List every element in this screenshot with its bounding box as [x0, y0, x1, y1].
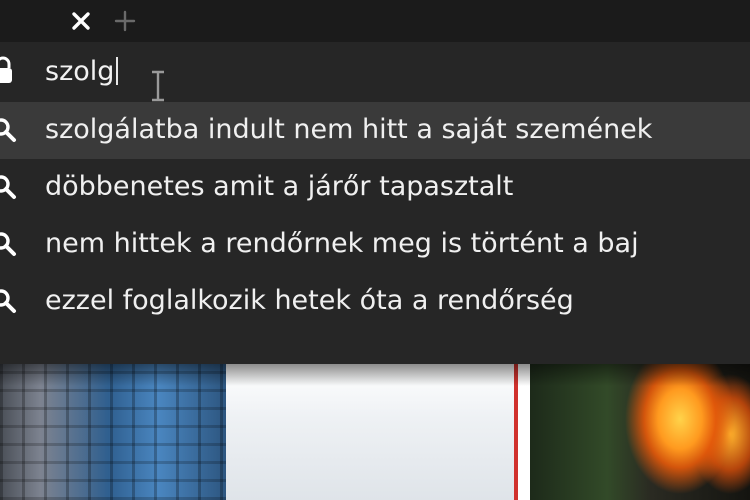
search-icon [0, 289, 16, 313]
tab-strip [0, 0, 750, 42]
address-input[interactable]: szolg [45, 54, 119, 90]
suggestion-item[interactable]: ezzel foglalkozik hetek óta a rendőrség [0, 273, 750, 330]
plus-icon[interactable] [112, 8, 138, 34]
ibeam-cursor-icon [152, 70, 164, 102]
search-icon [0, 232, 16, 256]
address-bar[interactable]: szolg [0, 42, 750, 102]
suggestion-text: nem hittek a rendőrnek meg is történt a … [45, 228, 639, 259]
suggestion-text: szolgálatba indult nem hitt a saját szem… [45, 114, 653, 145]
suggestion-item[interactable]: nem hittek a rendőrnek meg is történt a … [0, 216, 750, 273]
address-input-text: szolg [45, 56, 115, 87]
search-icon [0, 175, 16, 199]
lock-icon[interactable] [0, 55, 14, 85]
suggestion-item[interactable]: szolgálatba indult nem hitt a saját szem… [0, 102, 750, 159]
search-icon [0, 118, 16, 142]
suggestion-text: döbbenetes amit a járőr tapasztalt [45, 171, 514, 202]
close-icon[interactable] [68, 8, 94, 34]
suggestion-text: ezzel foglalkozik hetek óta a rendőrség [45, 285, 574, 316]
page-content [0, 364, 750, 500]
text-caret [116, 57, 119, 85]
suggestion-list: szolgálatba indult nem hitt a saját szem… [0, 102, 750, 330]
suggestion-item[interactable]: döbbenetes amit a járőr tapasztalt [0, 159, 750, 216]
dropdown-shadow [0, 364, 750, 386]
address-bar-dropdown: szolg szolgálatba indult nem hitt a sajá… [0, 42, 750, 364]
